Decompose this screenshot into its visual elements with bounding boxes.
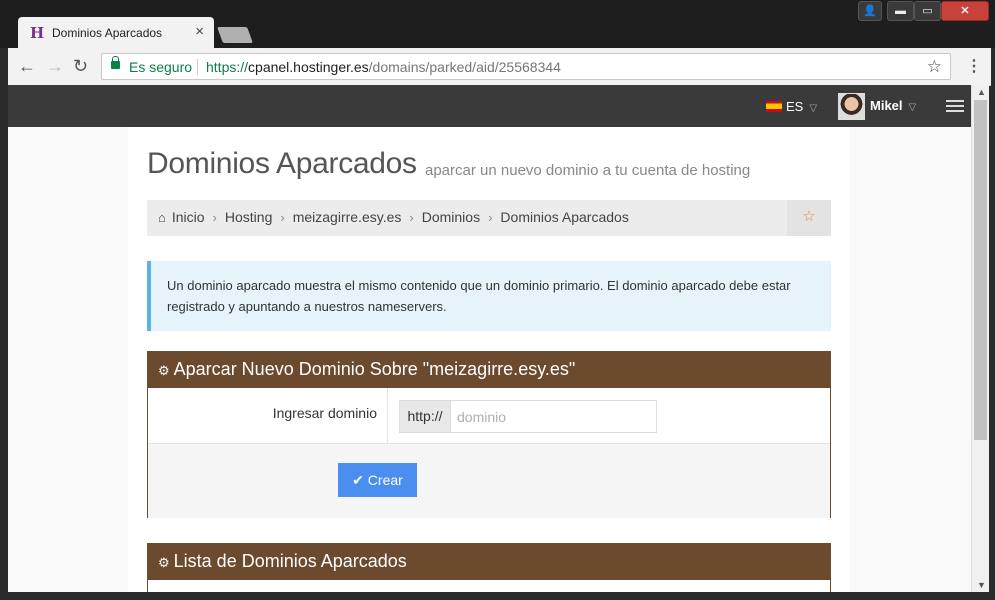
language-selector[interactable]: ES ▽ [766, 99, 817, 114]
breadcrumb: ⌂ Inicio › Hosting › meizagirre.esy.es › Domini… [147, 200, 831, 236]
breadcrumb-item-inicio[interactable]: Inicio [172, 209, 205, 225]
panel-title: Lista de Dominios Aparcados [173, 551, 407, 571]
gears-icon: ⚙ [158, 555, 170, 570]
lock-icon [111, 56, 120, 69]
park-domain-panel: ⚙ Aparcar Nuevo Dominio Sobre "meizagirre… [147, 351, 831, 518]
panel-header: ⚙ Lista de Dominios Aparcados [148, 544, 830, 580]
chevron-down-icon: ▽ [809, 103, 818, 114]
tab-close-icon[interactable]: × [195, 23, 204, 40]
breadcrumb-item-dominios[interactable]: Dominios [422, 209, 480, 225]
scroll-up-icon[interactable]: ▲ [977, 87, 986, 97]
breadcrumb-separator: › [212, 210, 217, 225]
field-input-cell: http:// [388, 388, 830, 444]
page-subtitle: aparcar un nuevo dominio a tu cuenta de … [425, 162, 751, 179]
breadcrumb-item-current: Dominios Aparcados [500, 209, 629, 225]
page-viewport: ES ▽ Mikel ▽ Dominios Aparcados aparcar un… [8, 85, 971, 592]
field-label-cell: Ingresar dominio [148, 388, 388, 444]
url-host: cpanel.hostinger.es [248, 59, 369, 75]
browser-menu-icon[interactable]: ⋮ [966, 56, 982, 76]
user-menu[interactable]: Mikel ▽ [870, 98, 916, 113]
close-window-button[interactable]: ✕ [941, 1, 989, 21]
spain-flag-icon [766, 101, 782, 112]
favorite-star-icon[interactable]: ☆ [787, 200, 831, 236]
avatar[interactable] [838, 93, 865, 120]
breadcrumb-items: ⌂ Inicio › Hosting › meizagirre.esy.es › Domini… [158, 209, 629, 225]
breadcrumb-separator: › [280, 210, 285, 225]
language-code: ES [786, 99, 804, 114]
url-scheme: https:// [206, 59, 249, 75]
gears-icon: ⚙ [158, 363, 170, 378]
breadcrumb-item-domain[interactable]: meizagirre.esy.es [293, 209, 402, 225]
breadcrumb-item-hosting[interactable]: Hosting [225, 209, 272, 225]
home-icon: ⌂ [158, 210, 166, 225]
info-alert: Un dominio aparcado muestra el mismo con… [147, 261, 831, 331]
scrollbar-thumb[interactable] [974, 100, 987, 440]
back-icon[interactable]: ← [18, 56, 36, 76]
parked-domains-list-panel: ⚙ Lista de Dominios Aparcados [147, 543, 831, 592]
breadcrumb-separator: › [409, 210, 414, 225]
address-bar[interactable]: Es seguro https://cpanel.hostinger.es/do… [101, 53, 951, 80]
hostinger-favicon-icon: H [30, 24, 45, 42]
browser-tab[interactable]: H Dominios Aparcados × [18, 17, 214, 48]
top-navbar: ES ▽ Mikel ▽ [8, 85, 971, 127]
page-title: Dominios Aparcados [147, 147, 417, 180]
omnibox-divider [197, 59, 198, 75]
create-button[interactable]: ✔ Crear [338, 463, 417, 497]
user-name: Mikel [870, 98, 903, 113]
url-path: /domains/parked/aid/25568344 [368, 59, 561, 75]
title-bar: H Dominios Aparcados × 👤 ▬ ▭ ✕ [0, 0, 995, 48]
hamburger-menu-icon[interactable] [946, 100, 964, 112]
tab-title: Dominios Aparcados [52, 26, 163, 40]
chevron-down-icon: ▽ [908, 102, 917, 113]
maximize-button[interactable]: ▭ [914, 1, 941, 21]
forward-icon[interactable]: → [46, 56, 64, 76]
url-text[interactable]: https://cpanel.hostinger.es/domains/park… [206, 59, 561, 75]
minimize-button[interactable]: ▬ [887, 1, 914, 21]
security-label: Es seguro [129, 59, 193, 75]
new-tab-button[interactable] [217, 27, 253, 43]
bookmark-star-icon[interactable]: ☆ [927, 57, 942, 77]
panel-title: Aparcar Nuevo Dominio Sobre "meizagirre.… [173, 359, 576, 379]
form-actions: ✔ Crear [148, 444, 830, 518]
reload-icon[interactable]: ↻ [73, 56, 88, 76]
main-content: Dominios Aparcados aparcar un nuevo domi… [128, 127, 850, 592]
browser-toolbar: ← → ↻ Es seguro https://cpanel.hostinger… [8, 48, 991, 86]
scroll-down-icon[interactable]: ▼ [977, 580, 986, 590]
domain-field-label: Ingresar dominio [272, 405, 377, 421]
browser-window: H Dominios Aparcados × 👤 ▬ ▭ ✕ ← → ↻ Es … [0, 0, 995, 600]
panel-header: ⚙ Aparcar Nuevo Dominio Sobre "meizagirre… [148, 352, 830, 388]
vertical-scrollbar[interactable]: ▲ ▼ [971, 85, 989, 592]
http-prefix-addon: http:// [399, 400, 451, 433]
breadcrumb-separator: › [488, 210, 493, 225]
domain-input[interactable] [450, 400, 657, 433]
profile-button[interactable]: 👤 [858, 1, 882, 21]
